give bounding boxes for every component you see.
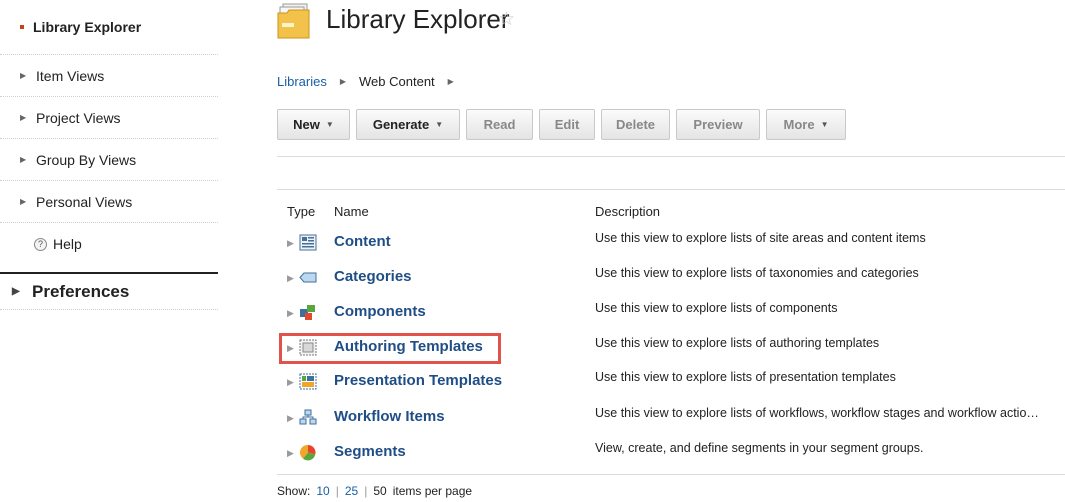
preview-button-label: Preview <box>693 117 743 132</box>
caret-down-icon: ▼ <box>820 120 829 129</box>
row-description: Use this view to explore lists of author… <box>595 336 880 350</box>
expand-triangle-icon[interactable]: ▶ <box>287 273 294 284</box>
table-row[interactable]: ▶ Components Use this view to explore li… <box>277 297 1065 332</box>
divider <box>277 474 1065 475</box>
segments-icon <box>299 444 316 461</box>
expand-triangle-icon[interactable]: ▶ <box>287 448 294 459</box>
preferences-section[interactable]: ▶ Preferences <box>0 274 218 310</box>
pager-suffix: items per page <box>392 484 473 498</box>
active-bullet-icon <box>20 25 24 29</box>
breadcrumb-expand-icon[interactable]: ▶ <box>448 77 454 86</box>
expand-triangle-icon: ▶ <box>12 286 20 297</box>
column-header-name: Name <box>334 204 369 219</box>
sidebar-item-label: Item Views <box>36 67 105 84</box>
breadcrumb-web-content[interactable]: Web Content <box>359 74 435 89</box>
table-row[interactable]: ▶ Content Use this view to explore lists… <box>277 227 1065 262</box>
page-title: Library Explorer <box>326 4 510 34</box>
sidebar-item-label: Project Views <box>36 109 121 126</box>
row-name-link[interactable]: Workflow Items <box>334 408 445 425</box>
row-description: Use this view to explore lists of workfl… <box>595 406 1039 420</box>
sidebar: Library Explorer ▶ Item Views ▶ Project … <box>0 0 218 265</box>
table-row[interactable]: ▶ Workflow Items Use this view to explor… <box>277 402 1065 437</box>
generate-button[interactable]: Generate ▼ <box>356 109 460 140</box>
category-icon <box>299 272 317 283</box>
page-size-25[interactable]: 25 <box>345 484 358 498</box>
expand-triangle-icon[interactable]: ▶ <box>287 238 294 249</box>
row-name-link[interactable]: Content <box>334 233 391 250</box>
workflow-icon <box>299 409 317 425</box>
more-button[interactable]: More ▼ <box>766 109 846 140</box>
content-icon <box>299 234 317 251</box>
caret-down-icon: ▼ <box>435 120 444 129</box>
breadcrumb: Libraries ▶ Web Content ▶ <box>277 74 467 89</box>
sidebar-item-personal-views[interactable]: ▶ Personal Views <box>0 181 218 223</box>
divider <box>277 189 1065 190</box>
breadcrumb-libraries[interactable]: Libraries <box>277 74 327 89</box>
edit-button[interactable]: Edit <box>539 109 595 140</box>
row-name-link[interactable]: Components <box>334 303 426 320</box>
expand-triangle-icon: ▶ <box>20 113 27 122</box>
expand-triangle-icon[interactable]: ▶ <box>287 413 294 424</box>
row-description: Use this view to explore lists of site a… <box>595 231 926 245</box>
sidebar-item-label: Library Explorer <box>33 19 142 35</box>
page-size-10[interactable]: 10 <box>316 484 329 498</box>
toolbar: New ▼ Generate ▼ Read Edit Delete Previe… <box>277 109 852 140</box>
row-description: Use this view to explore lists of compon… <box>595 301 838 315</box>
breadcrumb-separator-icon: ▶ <box>339 77 347 86</box>
page-size-50: 50 <box>373 484 387 498</box>
help-icon: ? <box>34 237 47 251</box>
read-button[interactable]: Read <box>466 109 533 140</box>
sidebar-item-help[interactable]: ? Help <box>0 223 218 265</box>
table-row[interactable]: ▶ Segments View, create, and define segm… <box>277 437 1065 472</box>
component-icon <box>300 305 315 320</box>
expand-triangle-icon[interactable]: ▶ <box>287 377 294 388</box>
row-name-link[interactable]: Categories <box>334 268 412 285</box>
read-button-label: Read <box>483 117 516 132</box>
sidebar-item-label: Personal Views <box>36 193 133 210</box>
row-description: Use this view to explore lists of presen… <box>595 370 896 384</box>
delete-button[interactable]: Delete <box>601 109 670 140</box>
column-header-description: Description <box>595 204 661 219</box>
pager-show-label: Show: <box>277 484 311 498</box>
sidebar-item-label: Group By Views <box>36 151 137 168</box>
pager-separator: | <box>364 484 368 498</box>
sidebar-item-label: Help <box>53 236 82 252</box>
expand-triangle-icon: ▶ <box>20 71 27 80</box>
row-description: Use this view to explore lists of taxono… <box>595 266 919 280</box>
caret-down-icon: ▼ <box>325 120 334 129</box>
generate-button-label: Generate <box>372 117 430 132</box>
sidebar-item-library-explorer[interactable]: Library Explorer <box>0 0 218 55</box>
edit-button-label: Edit <box>554 117 580 132</box>
table-row[interactable]: ▶ Presentation Templates Use this view t… <box>277 366 1065 401</box>
delete-button-label: Delete <box>615 117 656 132</box>
new-button[interactable]: New ▼ <box>277 109 350 140</box>
presentation-template-icon <box>299 373 317 390</box>
divider <box>277 156 1065 157</box>
favorite-star-icon[interactable]: ☆ <box>498 8 515 31</box>
column-header-type: Type <box>287 204 316 219</box>
expand-triangle-icon: ▶ <box>20 197 27 206</box>
pager: Show: 10 | 25 | 50 items per page <box>277 484 472 498</box>
preferences-label: Preferences <box>32 281 130 301</box>
expand-triangle-icon[interactable]: ▶ <box>287 308 294 319</box>
sidebar-item-item-views[interactable]: ▶ Item Views <box>0 55 218 97</box>
preview-button[interactable]: Preview <box>676 109 760 140</box>
expand-triangle-icon: ▶ <box>20 155 27 164</box>
sidebar-item-project-views[interactable]: ▶ Project Views <box>0 97 218 139</box>
more-button-label: More <box>783 117 815 132</box>
row-name-link[interactable]: Segments <box>334 443 406 460</box>
highlight-box <box>279 333 501 364</box>
row-name-link[interactable]: Presentation Templates <box>334 372 502 389</box>
sidebar-item-group-by-views[interactable]: ▶ Group By Views <box>0 139 218 181</box>
table-row[interactable]: ▶ Categories Use this view to explore li… <box>277 262 1065 297</box>
library-folder-icon <box>277 3 310 39</box>
pager-separator: | <box>335 484 339 498</box>
row-description: View, create, and define segments in you… <box>595 441 924 455</box>
new-button-label: New <box>293 117 320 132</box>
